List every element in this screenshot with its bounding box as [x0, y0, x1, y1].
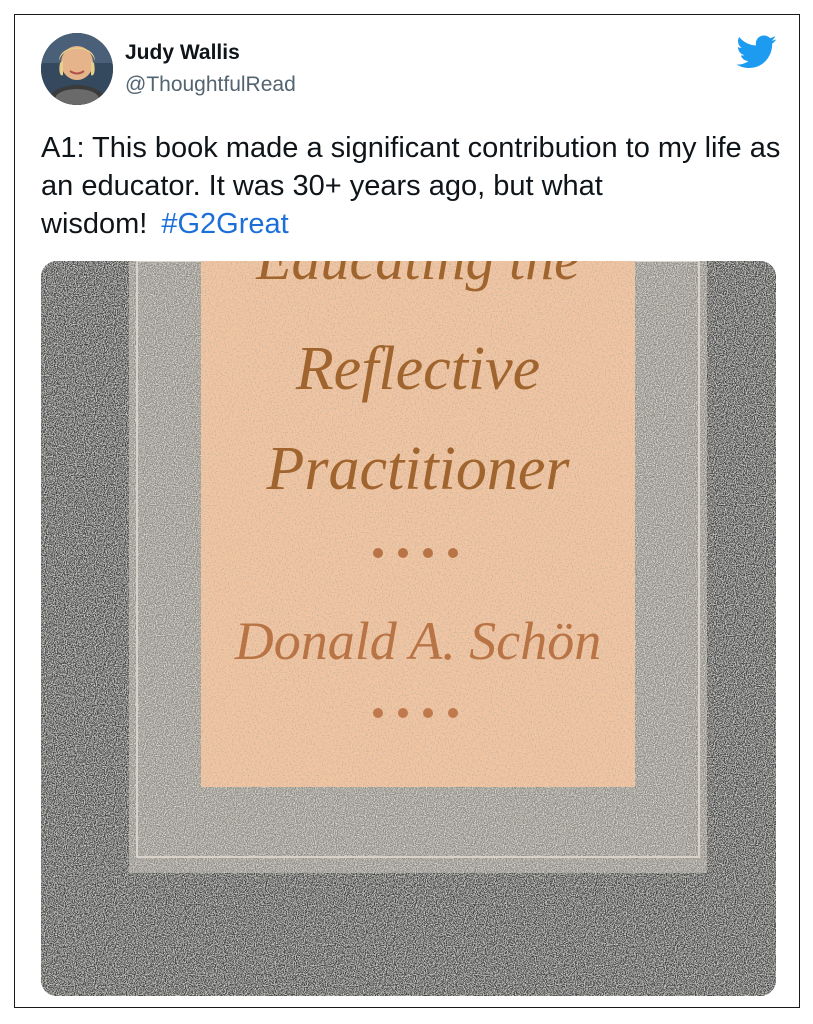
- book-cover-image: Educating the Reflective Practitioner Do…: [41, 261, 776, 996]
- cover-author: Donald A. Schön: [234, 611, 601, 671]
- profile-photo-icon: [41, 33, 113, 105]
- hashtag-link[interactable]: #G2Great: [161, 208, 288, 240]
- author-handle[interactable]: @ThoughtfulRead: [125, 73, 296, 97]
- avatar[interactable]: [41, 33, 113, 105]
- tweet-body: A1: This book made a significant contrib…: [41, 132, 781, 240]
- cover-title-line2: Reflective: [295, 335, 540, 403]
- cover-title-line3: Practitioner: [265, 435, 570, 503]
- cover-title-line1: Educating the: [255, 261, 580, 292]
- tweet-text: A1: This book made a significant contrib…: [41, 129, 781, 243]
- tweet-media-image[interactable]: Educating the Reflective Practitioner Do…: [41, 261, 776, 996]
- author-name[interactable]: Judy Wallis: [125, 41, 240, 65]
- tweet-card: Judy Wallis @ThoughtfulRead A1: This boo…: [14, 14, 800, 1008]
- twitter-bird-icon[interactable]: [736, 35, 777, 69]
